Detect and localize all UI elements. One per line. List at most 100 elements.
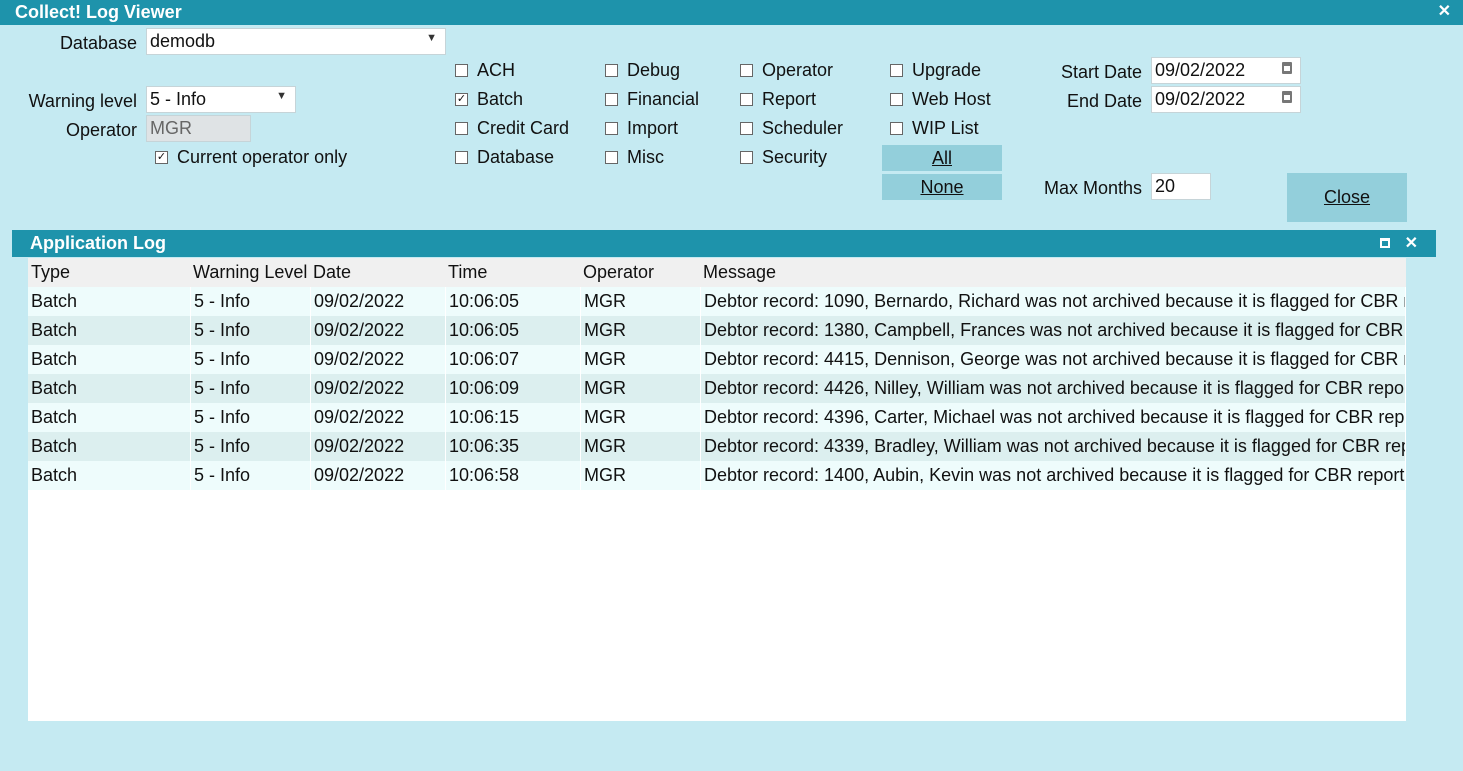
all-button[interactable]: All bbox=[882, 145, 1002, 171]
checkbox-icon bbox=[605, 122, 618, 135]
cell-operator: MGR bbox=[581, 403, 701, 432]
cell-operator: MGR bbox=[581, 432, 701, 461]
cell-message: Debtor record: 1380, Campbell, Frances w… bbox=[701, 316, 1406, 345]
cell-warning-level: 5 - Info bbox=[191, 374, 311, 403]
database-select[interactable]: demodb ▼ bbox=[146, 28, 446, 55]
column-header-message[interactable]: Message bbox=[700, 258, 1406, 287]
warning-level-select[interactable]: 5 - Info ▼ bbox=[146, 86, 296, 113]
category-label: Upgrade bbox=[912, 60, 982, 80]
application-log-title: Application Log bbox=[30, 233, 166, 253]
cell-message: Debtor record: 4396, Carter, Michael was… bbox=[701, 403, 1406, 432]
category-operator[interactable]: Operator bbox=[740, 56, 843, 85]
current-operator-only-checkbox[interactable]: ✓ Current operator only bbox=[155, 143, 347, 172]
checkbox-icon bbox=[455, 151, 468, 164]
category-financial[interactable]: Financial bbox=[605, 85, 699, 114]
checkbox-icon bbox=[455, 122, 468, 135]
cell-time: 10:06:09 bbox=[446, 374, 581, 403]
column-header-time[interactable]: Time bbox=[445, 258, 580, 287]
category-label: Misc bbox=[627, 147, 664, 167]
cell-type: Batch bbox=[28, 345, 191, 374]
category-label: Operator bbox=[762, 60, 834, 80]
table-row[interactable]: Batch 5 - Info 09/02/2022 10:06:05 MGR Debtor… bbox=[28, 287, 1406, 316]
category-label: Scheduler bbox=[762, 118, 844, 138]
category-import[interactable]: Import bbox=[605, 114, 699, 143]
category-misc[interactable]: Misc bbox=[605, 143, 699, 172]
checkbox-icon bbox=[740, 64, 753, 77]
category-credit-card[interactable]: Credit Card bbox=[455, 114, 569, 143]
application-log-titlebar: Application Log ✕ bbox=[12, 230, 1436, 257]
warning-level-label: Warning level bbox=[28, 91, 137, 111]
category-label: Security bbox=[762, 147, 828, 167]
maximize-icon[interactable] bbox=[1380, 238, 1390, 248]
max-months-input[interactable]: 20 bbox=[1151, 173, 1211, 200]
cell-message: Debtor record: 4415, Dennison, George wa… bbox=[701, 345, 1406, 374]
category-security[interactable]: Security bbox=[740, 143, 843, 172]
grid-header: Type Warning Level Date Time Operator Me… bbox=[28, 258, 1406, 287]
category-web-host[interactable]: Web Host bbox=[890, 85, 991, 114]
cell-message: Debtor record: 4339, Bradley, William wa… bbox=[701, 432, 1406, 461]
start-date-field[interactable]: 09/02/2022 bbox=[1151, 57, 1301, 84]
category-database[interactable]: Database bbox=[455, 143, 569, 172]
cell-warning-level: 5 - Info bbox=[191, 403, 311, 432]
cell-type: Batch bbox=[28, 432, 191, 461]
category-ach[interactable]: ACH bbox=[455, 56, 569, 85]
category-report[interactable]: Report bbox=[740, 85, 843, 114]
close-icon[interactable]: ✕ bbox=[1438, 1, 1451, 21]
log-grid[interactable]: Type Warning Level Date Time Operator Me… bbox=[28, 258, 1406, 721]
cell-type: Batch bbox=[28, 461, 191, 490]
category-wip-list[interactable]: WIP List bbox=[890, 114, 991, 143]
category-batch[interactable]: ✓ Batch bbox=[455, 85, 569, 114]
operator-field[interactable]: MGR bbox=[146, 115, 251, 142]
cell-operator: MGR bbox=[581, 374, 701, 403]
table-row[interactable]: Batch 5 - Info 09/02/2022 10:06:15 MGR Debtor… bbox=[28, 403, 1406, 432]
cell-date: 09/02/2022 bbox=[311, 432, 446, 461]
calendar-icon[interactable] bbox=[1282, 62, 1292, 74]
category-debug[interactable]: Debug bbox=[605, 56, 699, 85]
cell-date: 09/02/2022 bbox=[311, 287, 446, 316]
category-column-1: ACH ✓ Batch Credit Card Database bbox=[455, 56, 569, 172]
category-label: Web Host bbox=[912, 89, 991, 109]
cell-date: 09/02/2022 bbox=[311, 345, 446, 374]
cell-date: 09/02/2022 bbox=[311, 374, 446, 403]
end-date-value: 09/02/2022 bbox=[1155, 89, 1246, 109]
calendar-icon[interactable] bbox=[1282, 91, 1292, 103]
checkbox-icon bbox=[890, 122, 903, 135]
cell-warning-level: 5 - Info bbox=[191, 461, 311, 490]
none-button[interactable]: None bbox=[882, 174, 1002, 200]
cell-warning-level: 5 - Info bbox=[191, 432, 311, 461]
table-row[interactable]: Batch 5 - Info 09/02/2022 10:06:05 MGR Debtor… bbox=[28, 316, 1406, 345]
column-header-operator[interactable]: Operator bbox=[580, 258, 700, 287]
window-title: Collect! Log Viewer bbox=[15, 2, 182, 22]
category-upgrade[interactable]: Upgrade bbox=[890, 56, 991, 85]
column-header-date[interactable]: Date bbox=[310, 258, 445, 287]
checkbox-icon bbox=[740, 93, 753, 106]
chevron-down-icon: ▼ bbox=[426, 32, 437, 44]
table-row[interactable]: Batch 5 - Info 09/02/2022 10:06:58 MGR Debtor… bbox=[28, 461, 1406, 490]
category-column-2: Debug Financial Import Misc bbox=[605, 56, 699, 172]
cell-date: 09/02/2022 bbox=[311, 403, 446, 432]
checkbox-icon: ✓ bbox=[155, 151, 168, 164]
cell-warning-level: 5 - Info bbox=[191, 287, 311, 316]
category-label: Import bbox=[627, 118, 679, 138]
checkbox-icon bbox=[455, 64, 468, 77]
category-label: WIP List bbox=[912, 118, 979, 138]
database-label: Database bbox=[59, 33, 137, 53]
end-date-label: End Date bbox=[1066, 91, 1142, 111]
table-row[interactable]: Batch 5 - Info 09/02/2022 10:06:09 MGR Debtor… bbox=[28, 374, 1406, 403]
chevron-down-icon: ▼ bbox=[276, 90, 287, 102]
column-header-warning-level[interactable]: Warning Level bbox=[190, 258, 310, 287]
category-scheduler[interactable]: Scheduler bbox=[740, 114, 843, 143]
close-icon[interactable]: ✕ bbox=[1405, 233, 1418, 253]
category-column-3: Operator Report Scheduler Security bbox=[740, 56, 843, 172]
cell-time: 10:06:15 bbox=[446, 403, 581, 432]
table-row[interactable]: Batch 5 - Info 09/02/2022 10:06:35 MGR Debtor… bbox=[28, 432, 1406, 461]
checkbox-icon bbox=[740, 122, 753, 135]
end-date-field[interactable]: 09/02/2022 bbox=[1151, 86, 1301, 113]
cell-message: Debtor record: 1400, Aubin, Kevin was no… bbox=[701, 461, 1406, 490]
cell-operator: MGR bbox=[581, 461, 701, 490]
close-button[interactable]: Close bbox=[1287, 173, 1407, 222]
category-label: Credit Card bbox=[477, 118, 570, 138]
column-header-type[interactable]: Type bbox=[28, 258, 191, 287]
table-row[interactable]: Batch 5 - Info 09/02/2022 10:06:07 MGR Debtor… bbox=[28, 345, 1406, 374]
window-titlebar: Collect! Log Viewer ✕ bbox=[0, 0, 1463, 25]
